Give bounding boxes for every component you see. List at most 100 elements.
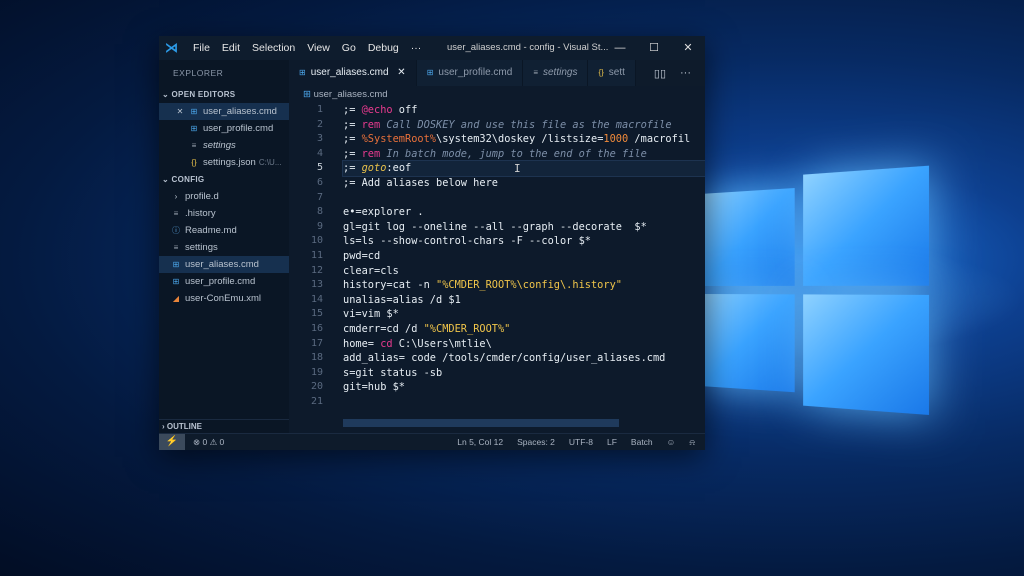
explorer-sidebar: EXPLORER ⌄ OPEN EDITORS ✕ ⊞ user_aliases.c… [159, 60, 289, 433]
tree-file[interactable]: ◢ user-ConEmu.xml [159, 290, 289, 307]
file-path: C:\U... [259, 158, 282, 167]
menu-debug[interactable]: Debug [368, 42, 399, 54]
code-line: git=hub $* [343, 380, 705, 395]
windows-logo-pane [803, 294, 929, 415]
open-editor-item[interactable]: ⊞ user_profile.cmd [159, 120, 289, 137]
info-icon: ⓘ [171, 222, 181, 239]
line-number: 8 [289, 205, 337, 220]
code-string: "%CMDER_ROOT%" [424, 323, 511, 335]
windows-file-icon: ⊞ [189, 120, 199, 137]
code-token: goto [362, 162, 387, 174]
tree-label: user_aliases.cmd [185, 259, 259, 270]
code-token: ;= [343, 119, 362, 131]
code-line: cmderr=cd /d "%CMDER_ROOT%" [343, 322, 705, 337]
open-editor-label: settings [203, 140, 236, 151]
tab-label: user_profile.cmd [438, 67, 512, 78]
cursor-position[interactable]: Ln 5, Col 12 [457, 437, 503, 447]
explorer-header: EXPLORER [159, 60, 289, 86]
settings-file-icon: ≡ [189, 137, 199, 154]
code-line: history=cat -n "%CMDER_ROOT%\config\.his… [343, 278, 705, 293]
code-token: ;= [343, 148, 362, 160]
tree-file[interactable]: ⊞ user_profile.cmd [159, 273, 289, 290]
problems-indicator[interactable]: ⊗ 0 ⚠ 0 [193, 437, 224, 448]
code-line: clear=cls [343, 264, 705, 279]
code-token: /macrofil [628, 133, 690, 145]
chevron-down-icon: ⌄ [162, 175, 172, 184]
file-icon: ≡ [171, 205, 181, 222]
line-number: 7 [289, 191, 337, 206]
tree-file[interactable]: ≡ .history [159, 205, 289, 222]
code-token: C:\Users\mtlie\ [393, 338, 492, 350]
tree-folder[interactable]: › profile.d [159, 188, 289, 205]
code-token: ;= [343, 104, 362, 116]
outline-section[interactable]: › OUTLINE [159, 419, 292, 434]
close-icon[interactable]: ✕ [397, 67, 405, 78]
close-button[interactable]: ✕ [671, 36, 705, 60]
feedback-icon[interactable]: ☺ [667, 437, 676, 447]
current-code-line: ;= goto:eof [343, 161, 705, 176]
code-area[interactable]: ;= @echo off ;= rem Call DOSKEY and use … [343, 103, 705, 409]
code-token: history=cat -n [343, 279, 436, 291]
more-actions-icon[interactable]: ··· [680, 67, 691, 79]
tree-label: user-ConEmu.xml [185, 293, 261, 304]
menu-file[interactable]: File [193, 42, 210, 54]
window-title: user_aliases.cmd - config - Visual St... [447, 42, 608, 53]
horizontal-scrollbar[interactable] [343, 419, 619, 427]
code-token: @echo [362, 104, 393, 116]
code-editor[interactable]: 1 2 3 4 5 6 7 8 9 10 11 12 13 14 15 16 1… [289, 103, 705, 433]
tab-actions: ▯▯ ··· [654, 60, 705, 86]
windows-logo-pane [700, 188, 795, 286]
indentation[interactable]: Spaces: 2 [517, 437, 555, 447]
windows-logo [700, 166, 930, 411]
menu-selection[interactable]: Selection [252, 42, 295, 54]
tab-settings-json[interactable]: {} sett [588, 60, 635, 86]
minimize-button[interactable]: — [603, 36, 637, 60]
tree-file[interactable]: ⓘ Readme.md [159, 222, 289, 239]
language-mode[interactable]: Batch [631, 437, 653, 447]
menu-go[interactable]: Go [342, 42, 356, 54]
encoding[interactable]: UTF-8 [569, 437, 593, 447]
menu-more[interactable]: ··· [411, 42, 422, 54]
code-line: ;= %SystemRoot%\system32\doskey /listsiz… [343, 132, 705, 147]
code-token: off [393, 104, 418, 116]
windows-file-icon: ⊞ [189, 103, 199, 120]
open-editors-section[interactable]: ⌄ OPEN EDITORS [159, 86, 289, 103]
breadcrumb-file: user_aliases.cmd [314, 89, 388, 100]
split-editor-icon[interactable]: ▯▯ [654, 67, 666, 80]
code-number: 1000 [603, 133, 628, 145]
tab-user-aliases[interactable]: ⊞ user_aliases.cmd ✕ [289, 60, 417, 86]
title-bar: ⋊ File Edit Selection View Go Debug ··· … [159, 36, 705, 60]
open-editor-item[interactable]: {} settings.json C:\U... [159, 154, 289, 171]
line-number: 12 [289, 264, 337, 279]
tab-user-profile[interactable]: ⊞ user_profile.cmd [417, 60, 524, 86]
outline-title: OUTLINE [167, 422, 202, 431]
breadcrumb[interactable]: ⊞ user_aliases.cmd [289, 86, 705, 103]
tree-file[interactable]: ⊞ user_aliases.cmd [159, 256, 289, 273]
open-editor-item[interactable]: ≡ settings [159, 137, 289, 154]
code-token: \system32\doskey /listsize= [436, 133, 603, 145]
windows-file-icon: ⊞ [303, 89, 314, 100]
line-ending[interactable]: LF [607, 437, 617, 447]
code-token: rem [362, 119, 381, 131]
tree-file[interactable]: ≡ settings [159, 239, 289, 256]
close-icon[interactable]: ✕ [175, 103, 185, 120]
menu-view[interactable]: View [307, 42, 330, 54]
vscode-window: ⋊ File Edit Selection View Go Debug ··· … [159, 36, 705, 449]
line-number: 3 [289, 132, 337, 147]
open-editor-item[interactable]: ✕ ⊞ user_aliases.cmd [159, 103, 289, 120]
remote-icon[interactable]: ⚡ [159, 434, 185, 450]
line-number: 17 [289, 337, 337, 352]
config-section[interactable]: ⌄ CONFIG [159, 171, 289, 188]
code-line: vi=vim $* [343, 307, 705, 322]
tab-settings[interactable]: ≡ settings [523, 60, 588, 86]
code-line: gl=git log --oneline --all --graph --dec… [343, 220, 705, 235]
menu-edit[interactable]: Edit [222, 42, 240, 54]
bell-icon[interactable]: ⍾ [689, 437, 695, 448]
code-token: cmderr=cd /d [343, 323, 424, 335]
windows-file-icon: ⊞ [171, 273, 181, 290]
maximize-button[interactable]: ☐ [637, 36, 671, 60]
editor-tabs: ⊞ user_aliases.cmd ✕ ⊞ user_profile.cmd ≡ s… [289, 60, 705, 86]
line-number: 2 [289, 118, 337, 133]
line-number: 9 [289, 220, 337, 235]
settings-file-icon: ≡ [533, 68, 538, 77]
